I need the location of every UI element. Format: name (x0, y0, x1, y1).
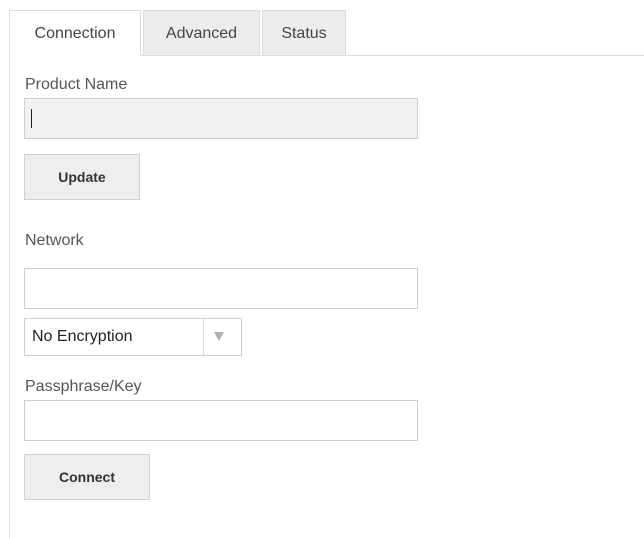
network-input[interactable] (24, 268, 418, 309)
connection-settings-page: Connection Advanced Status Product Name … (0, 0, 644, 538)
tab-status[interactable]: Status (262, 10, 346, 55)
text-cursor (31, 109, 32, 128)
panel-border (9, 55, 10, 538)
encryption-select[interactable]: No Encryption (24, 318, 242, 356)
network-label: Network (25, 232, 84, 249)
select-divider (203, 319, 204, 355)
tab-connection[interactable]: Connection (9, 10, 141, 56)
passphrase-input[interactable] (24, 400, 418, 441)
tab-advanced[interactable]: Advanced (143, 10, 260, 55)
passphrase-label: Passphrase/Key (25, 378, 142, 395)
product-name-label: Product Name (25, 76, 128, 93)
update-button[interactable]: Update (24, 154, 140, 200)
tab-bar: Connection Advanced Status (9, 10, 644, 56)
chevron-down-icon[interactable] (214, 332, 224, 341)
connect-button[interactable]: Connect (24, 454, 150, 500)
encryption-selected-value: No Encryption (32, 328, 133, 345)
product-name-input[interactable] (24, 98, 418, 139)
